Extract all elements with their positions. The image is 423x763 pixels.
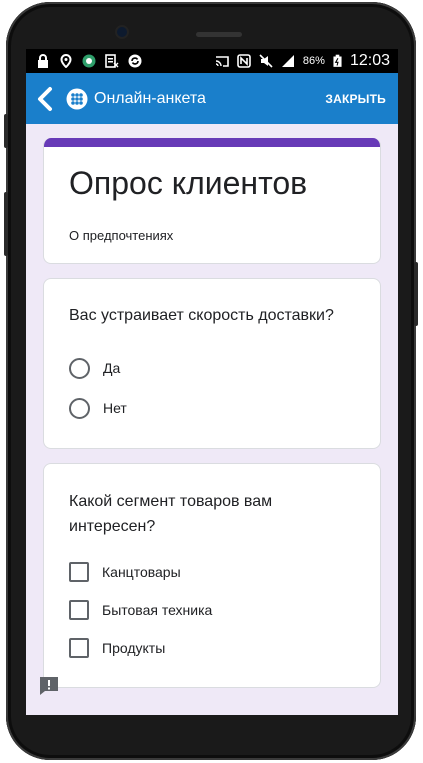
form-title: Опрос клиентов bbox=[69, 165, 308, 201]
form-accent-bar bbox=[44, 138, 380, 147]
checkbox[interactable] bbox=[69, 638, 89, 658]
question-title: Вас устраивает скорость доставки? bbox=[69, 307, 334, 324]
app-title: Онлайн-анкета bbox=[94, 89, 206, 107]
power-button bbox=[4, 114, 8, 148]
form-description: О предпочтениях bbox=[69, 228, 174, 243]
side-button bbox=[414, 262, 418, 326]
question-card: Какой сегмент товаров вам интересен? Кан… bbox=[43, 463, 381, 688]
front-camera bbox=[117, 27, 127, 37]
signal-icon bbox=[281, 55, 294, 67]
vpn-icon bbox=[82, 54, 96, 68]
battery-percent: 86% bbox=[302, 55, 325, 67]
option-label: Нет bbox=[103, 400, 127, 416]
clock: 12:03 bbox=[349, 52, 390, 69]
nfc-icon bbox=[237, 54, 251, 68]
checkbox-option[interactable]: Продукты bbox=[69, 629, 355, 667]
radio-option[interactable]: Да bbox=[69, 348, 355, 388]
radio-button[interactable] bbox=[69, 357, 90, 379]
back-arrow-icon bbox=[38, 86, 52, 111]
cast-icon bbox=[215, 56, 229, 67]
option-label: Бытовая техника bbox=[102, 602, 213, 618]
question-title: Какой сегмент товаров вам интересен? bbox=[69, 493, 273, 535]
back-button[interactable] bbox=[36, 85, 58, 113]
sync-icon bbox=[128, 54, 142, 68]
option-label: Продукты bbox=[102, 640, 166, 656]
report-icon[interactable] bbox=[38, 675, 60, 697]
app-bar: Онлайн-анкета ЗАКРЫТЬ bbox=[26, 73, 398, 124]
checkbox-option[interactable]: Канцтовары bbox=[69, 553, 355, 591]
checkbox-option[interactable]: Бытовая техника bbox=[69, 591, 355, 629]
form-header-card: Опрос клиентов О предпочтениях bbox=[43, 138, 381, 264]
mute-icon bbox=[259, 54, 273, 68]
question-card: Вас устраивает скорость доставки? Да Нет bbox=[43, 278, 381, 449]
option-label: Да bbox=[103, 360, 121, 376]
app-logo-icon bbox=[66, 88, 88, 109]
location-icon bbox=[60, 54, 72, 68]
form-content: Опрос клиентов О предпочтениях Вас устра… bbox=[26, 124, 398, 688]
volume-button bbox=[4, 192, 8, 256]
radio-option[interactable]: Нет bbox=[69, 388, 355, 428]
earpiece-speaker bbox=[196, 32, 242, 37]
battery-icon bbox=[333, 54, 342, 67]
lock-icon bbox=[38, 54, 48, 68]
radio-button[interactable] bbox=[69, 397, 90, 419]
option-label: Канцтовары bbox=[102, 564, 181, 580]
screen: 86% 12:03 Онлайн-анкета ЗАКРЫТЬ Опрос кл… bbox=[26, 49, 398, 715]
checkbox[interactable] bbox=[69, 600, 89, 620]
close-button[interactable]: ЗАКРЫТЬ bbox=[325, 92, 386, 106]
status-bar: 86% 12:03 bbox=[26, 49, 398, 73]
data-icon bbox=[105, 54, 119, 68]
checkbox[interactable] bbox=[69, 562, 89, 582]
